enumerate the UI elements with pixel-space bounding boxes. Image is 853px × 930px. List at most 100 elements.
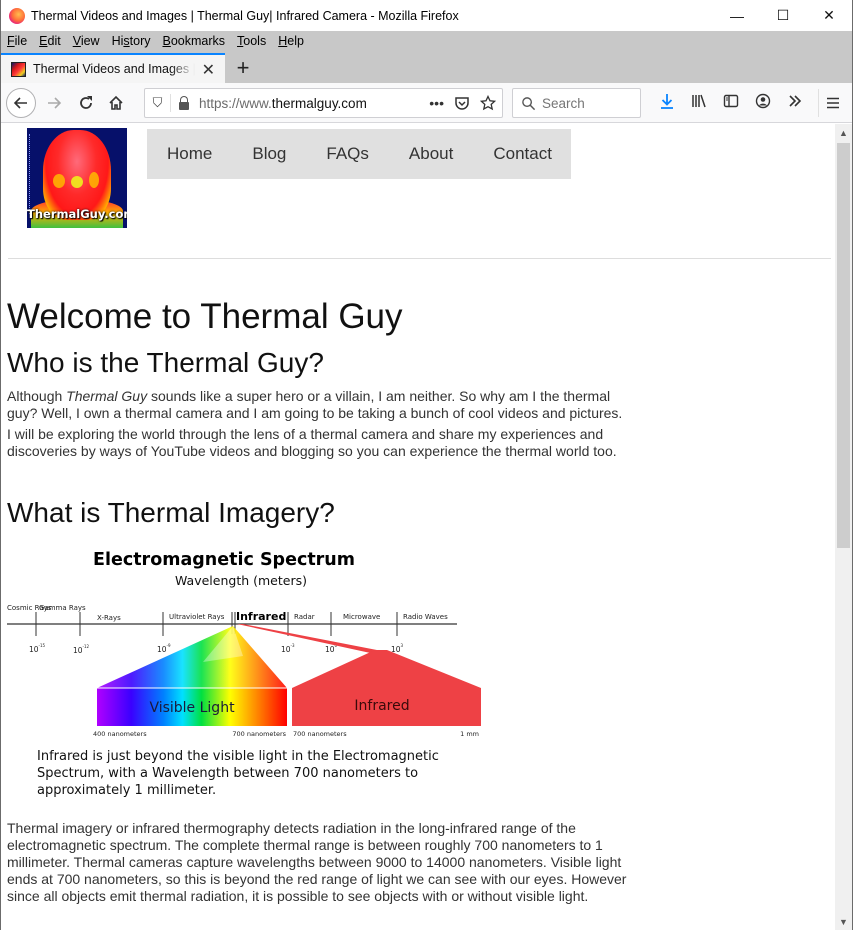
tab-close-icon[interactable]: ✕ (202, 60, 215, 80)
tab-thermal-guy[interactable]: Thermal Videos and Images | Thermal Guy|… (1, 53, 225, 83)
downloads-icon[interactable] (651, 93, 683, 113)
range-label: 700 nanometers (293, 730, 347, 738)
site-logo[interactable]: ThermalGuy.com (27, 128, 127, 228)
menu-bookmarks[interactable]: Bookmarks (159, 34, 226, 48)
maximize-button[interactable]: ☐ (760, 0, 806, 31)
user-avatar-icon (755, 93, 771, 109)
sidebar-icon (723, 94, 739, 108)
band-label: Radio Waves (403, 613, 448, 621)
intro-paragraph-1: Although Thermal Guy sounds like a super… (7, 388, 623, 421)
reload-button[interactable] (72, 89, 100, 117)
diagram-subtitle: Wavelength (meters) (175, 573, 307, 588)
tick-label: 10-12 (73, 644, 90, 655)
forward-button[interactable] (40, 89, 68, 117)
account-icon[interactable] (747, 93, 779, 113)
reload-icon (80, 95, 92, 109)
tracking-protection-shield-icon[interactable]: ⛉ (145, 94, 171, 112)
main-content: Welcome to Thermal Guy Who is the Therma… (7, 296, 627, 905)
section-heading-thermal-imagery: What is Thermal Imagery? (7, 497, 335, 528)
band-label: X-Rays (97, 614, 121, 622)
window-title: Thermal Videos and Images | Thermal Guy|… (31, 8, 459, 23)
vertical-scrollbar[interactable]: ▲ ▼ (835, 124, 852, 930)
nav-blog[interactable]: Blog (232, 144, 306, 164)
search-bar[interactable] (512, 88, 641, 118)
firefox-icon (9, 7, 25, 24)
lock-icon[interactable] (179, 95, 189, 110)
temperature-scale (29, 134, 35, 214)
nav-home[interactable]: Home (147, 144, 232, 164)
header-divider (8, 258, 831, 259)
band-label-infrared: Infrared (236, 610, 286, 623)
library-shelf-icon (692, 94, 706, 108)
site-navigation: Home Blog FAQs About Contact (147, 129, 571, 179)
tick-label: 10-9 (157, 643, 171, 654)
hamburger-icon (826, 97, 839, 109)
menu-file[interactable]: File (3, 34, 27, 48)
bookmark-star-icon[interactable] (480, 95, 496, 111)
tick-label: 10-15 (29, 643, 46, 654)
nav-contact[interactable]: Contact (473, 144, 572, 164)
search-icon (522, 96, 536, 110)
diagram-title: Electromagnetic Spectrum (93, 550, 356, 570)
infrared-fan (292, 650, 481, 688)
page-title: Welcome to Thermal Guy (7, 297, 403, 336)
scroll-up-arrow-icon[interactable]: ▲ (835, 124, 852, 141)
thermal-nose (71, 176, 83, 188)
navigation-toolbar: ⛉ https://www.thermalguy.com ••• (1, 83, 852, 123)
diagram-caption: Infrared is just beyond the visible ligh… (37, 749, 439, 798)
range-label: 700 nanometers (232, 730, 286, 738)
menu-tools[interactable]: Tools (233, 34, 266, 48)
search-input[interactable] (542, 95, 632, 111)
scrollbar-thumb[interactable] (837, 143, 850, 548)
infrared-label: Infrared (354, 698, 409, 714)
visible-light-fan (97, 626, 287, 688)
tick-label: 10-3 (281, 643, 295, 654)
electromagnetic-spectrum-diagram: Electromagnetic Spectrum Wavelength (met… (7, 550, 487, 810)
new-tab-button[interactable]: + (227, 53, 259, 83)
pocket-icon[interactable] (454, 95, 470, 111)
page-actions-icon[interactable]: ••• (429, 95, 444, 111)
title-bar: Thermal Videos and Images | Thermal Guy|… (1, 0, 852, 31)
home-button[interactable] (102, 89, 130, 117)
overflow-menu-icon[interactable] (779, 93, 811, 113)
band-label: Radar (294, 613, 315, 621)
band-label: Gamma Rays (39, 604, 86, 612)
double-chevron-icon (789, 95, 802, 107)
back-button[interactable] (6, 87, 36, 118)
thermal-cheek (89, 172, 99, 188)
close-button[interactable]: ✕ (806, 0, 852, 31)
band-label: Ultraviolet Rays (169, 613, 225, 621)
forward-arrow-icon (48, 96, 62, 109)
library-icon[interactable] (683, 93, 715, 113)
menu-view[interactable]: View (69, 34, 100, 48)
download-arrow-icon (661, 94, 673, 109)
range-label: 1 mm (460, 730, 479, 738)
scroll-down-arrow-icon[interactable]: ▼ (835, 913, 852, 930)
range-label: 400 nanometers (93, 730, 147, 738)
menu-edit[interactable]: Edit (35, 34, 61, 48)
band-label: Microwave (343, 613, 380, 621)
page-viewport: ThermalGuy.com Home Blog FAQs About Cont… (1, 124, 836, 930)
site-favicon (11, 61, 26, 77)
logo-text: ThermalGuy.com (27, 207, 127, 221)
home-icon (109, 95, 123, 110)
spectrum-graphic: Cosmic Rays Gamma Rays X-Rays Ultraviole… (7, 604, 481, 738)
menu-history[interactable]: History (108, 34, 151, 48)
minimize-button[interactable]: — (714, 0, 760, 31)
back-arrow-icon (13, 96, 27, 109)
url-bar[interactable]: ⛉ https://www.thermalguy.com ••• (144, 88, 503, 118)
infrared-beam (237, 624, 387, 654)
menu-help[interactable]: Help (274, 34, 304, 48)
intro-paragraph-2: I will be exploring the world through th… (7, 426, 617, 459)
hamburger-menu-button[interactable] (818, 89, 846, 117)
tick-label: 103 (391, 643, 404, 654)
sidebar-toggle-icon[interactable] (715, 93, 747, 113)
section-heading-who: Who is the Thermal Guy? (7, 347, 324, 378)
thermal-cheek (53, 174, 65, 188)
nav-about[interactable]: About (389, 144, 473, 164)
visible-light-label: Visible Light (149, 700, 235, 716)
url-text[interactable]: https://www.thermalguy.com (199, 96, 367, 111)
thermal-imagery-paragraph: Thermal imagery or infrared thermography… (7, 820, 627, 904)
tab-bar: Thermal Videos and Images | Thermal Guy|… (1, 51, 852, 83)
nav-faqs[interactable]: FAQs (306, 144, 389, 164)
